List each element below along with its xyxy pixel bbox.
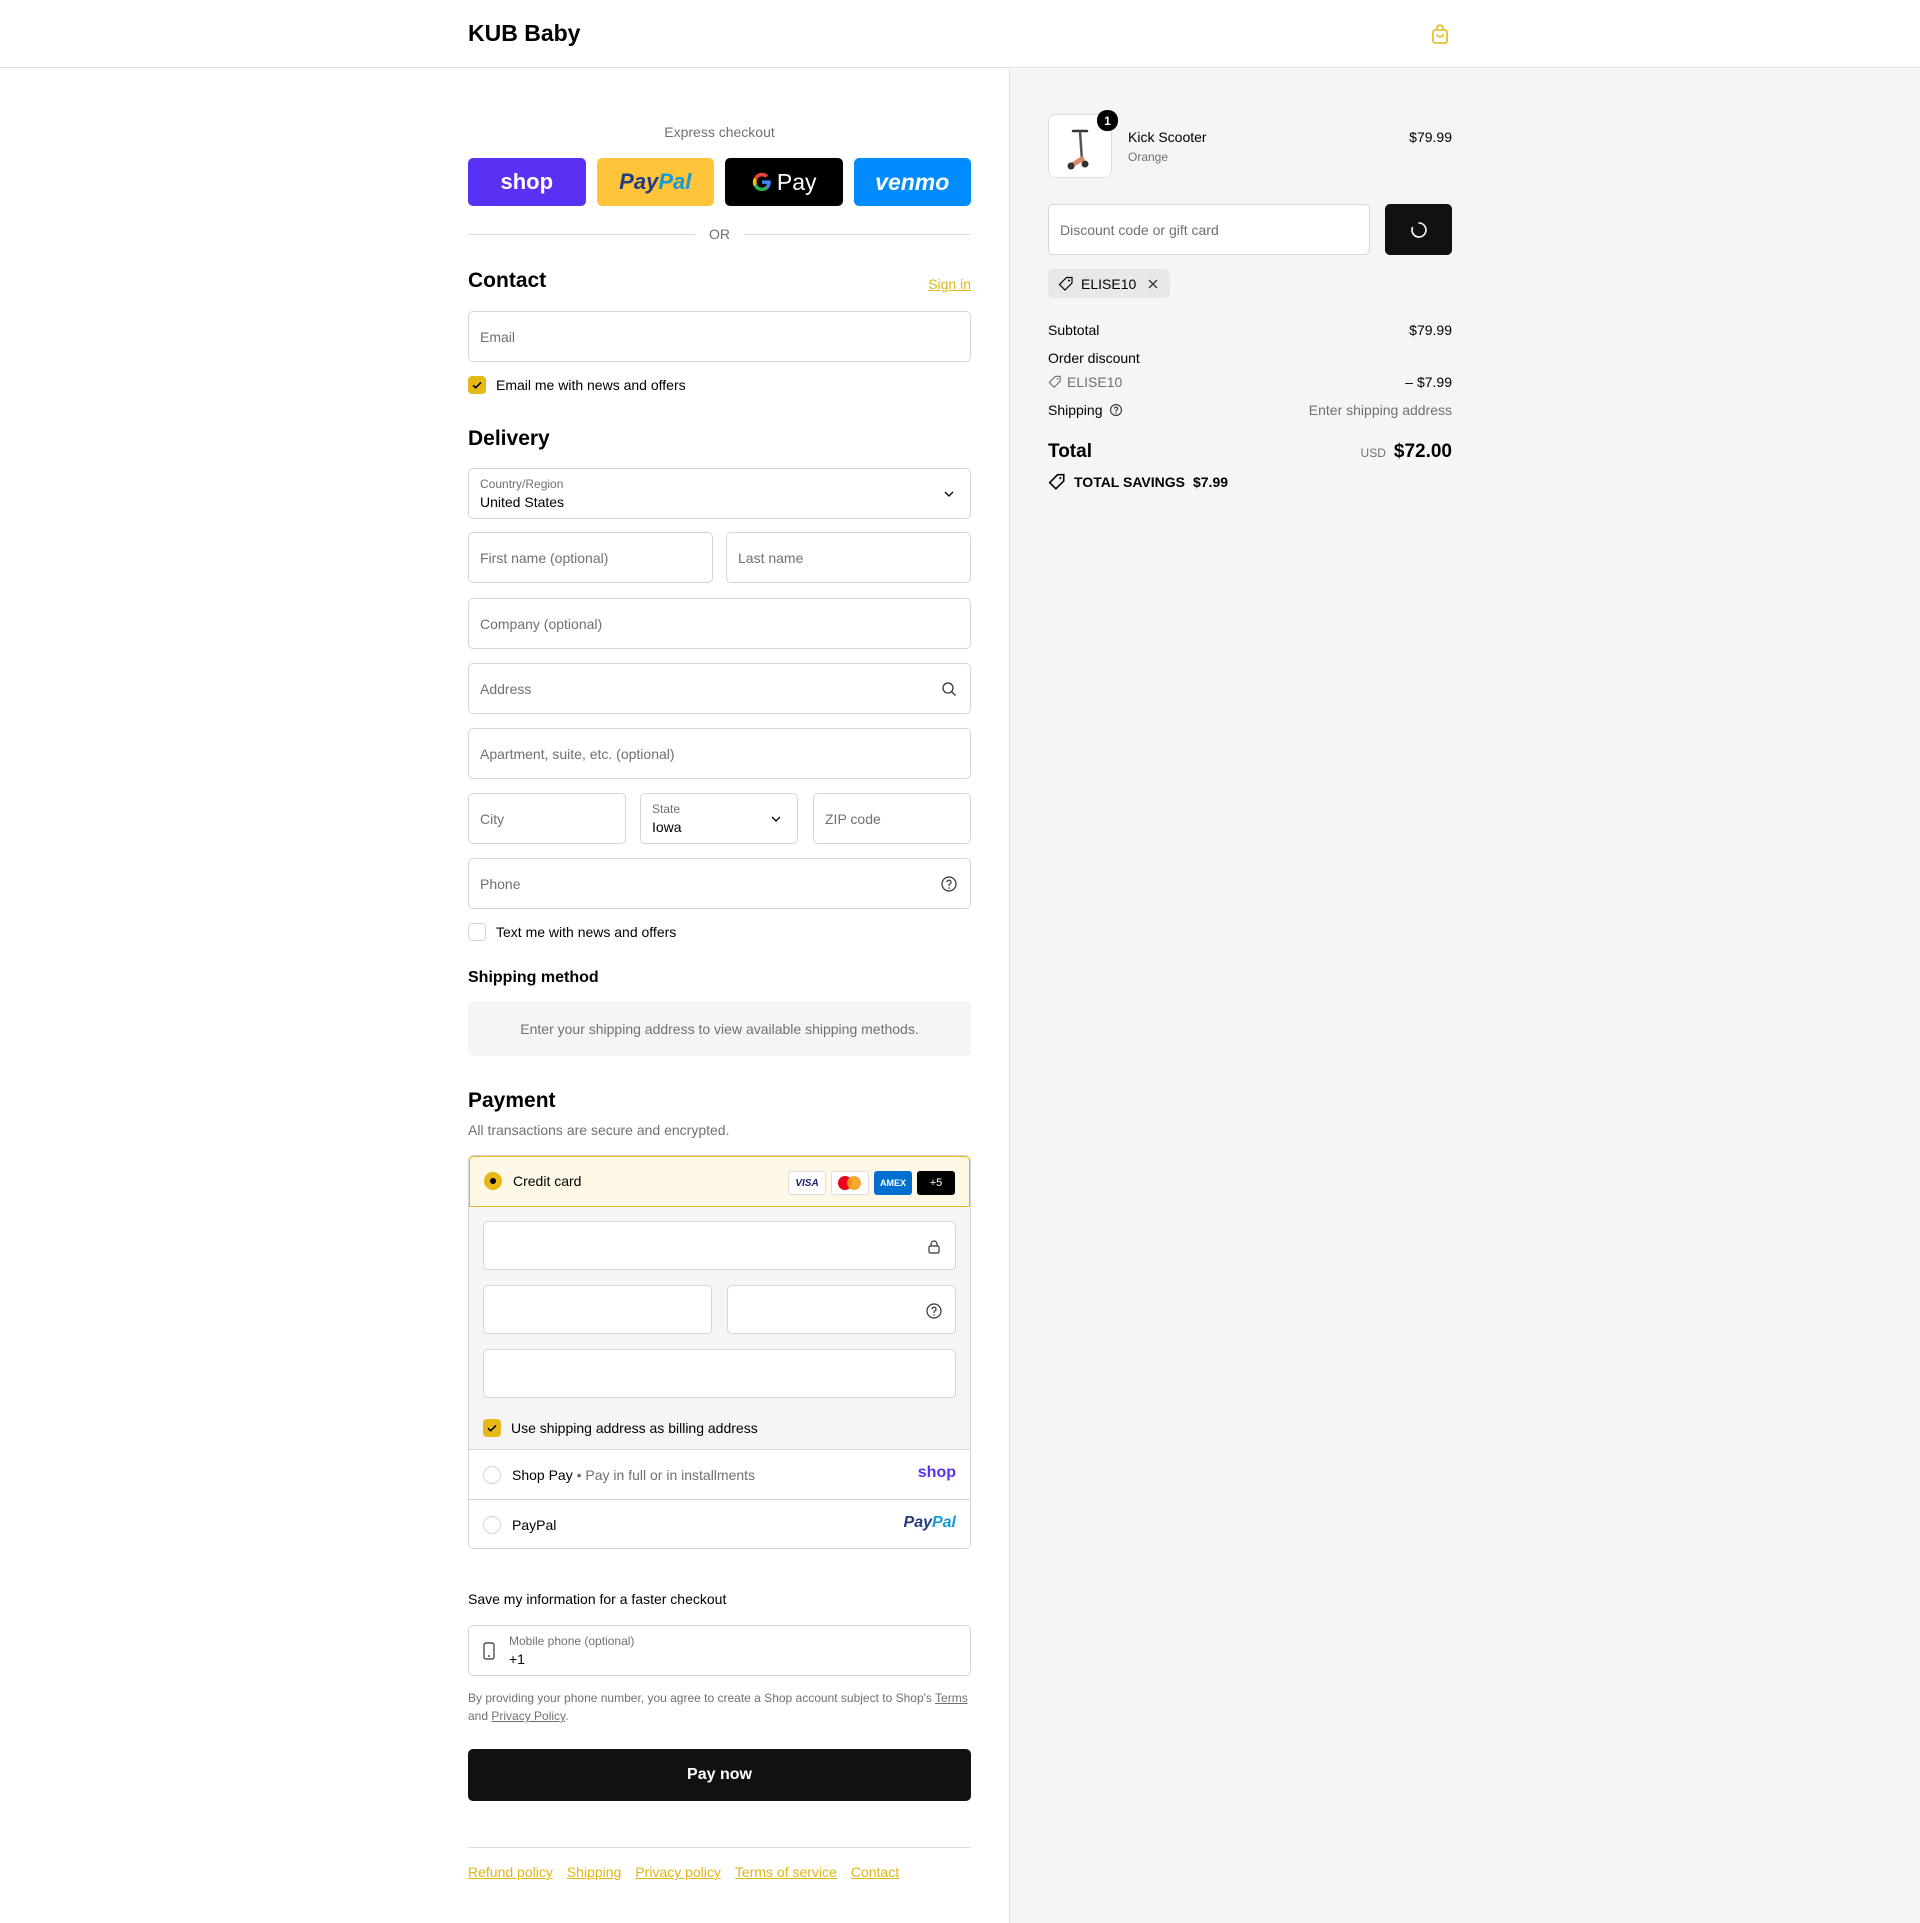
- name-on-card-field[interactable]: [483, 1349, 956, 1398]
- last-name-field[interactable]: Last name: [726, 532, 971, 583]
- shop-pay-express-button[interactable]: shop: [468, 158, 586, 206]
- address-field[interactable]: Address: [468, 663, 971, 714]
- sms-checkbox-row[interactable]: Text me with news and offers: [468, 923, 676, 941]
- paypal-express-button[interactable]: Pay Pal: [596, 158, 714, 206]
- newsletter-checkbox[interactable]: [468, 376, 486, 394]
- sign-in-link[interactable]: Sign in: [928, 276, 971, 292]
- help-circle-icon[interactable]: [1109, 403, 1123, 417]
- refund-policy-link[interactable]: Refund policy: [468, 1864, 553, 1880]
- product-variant: Orange: [1128, 150, 1169, 164]
- paypal-option[interactable]: PayPal PayPal: [469, 1499, 970, 1548]
- mastercard-icon: [831, 1171, 869, 1195]
- express-checkout-label: Express checkout: [664, 124, 775, 140]
- more-cards-badge: +5: [917, 1171, 955, 1195]
- quantity-badge: 1: [1097, 110, 1118, 131]
- close-icon[interactable]: [1146, 277, 1160, 291]
- paypal-radio[interactable]: [483, 1516, 501, 1534]
- payment-methods: Credit card VISA AMEX +5 Use shipping ad…: [468, 1155, 971, 1549]
- search-icon: [942, 682, 956, 696]
- zip-code-field[interactable]: ZIP code: [813, 793, 971, 844]
- chevron-down-icon: [944, 491, 954, 497]
- discount-code-row: ELISE10 – $7.99: [1048, 374, 1452, 390]
- email-field[interactable]: Email: [468, 311, 971, 362]
- footer-links: Refund policy Shipping Privacy policy Te…: [468, 1847, 971, 1880]
- applied-discount-chip: ELISE10: [1048, 269, 1171, 298]
- phone-field[interactable]: Phone: [468, 858, 971, 909]
- venmo-express-button[interactable]: venmo: [853, 158, 971, 206]
- save-info-heading: Save my information for a faster checkou…: [468, 1591, 727, 1607]
- credit-card-radio[interactable]: [484, 1172, 502, 1190]
- shop-pay-radio[interactable]: [483, 1466, 501, 1484]
- billing-address-checkbox[interactable]: [483, 1419, 501, 1437]
- security-code-field[interactable]: [727, 1285, 956, 1334]
- city-field[interactable]: City: [468, 793, 626, 844]
- order-discount-row: Order discount: [1048, 350, 1140, 366]
- amex-icon: AMEX: [874, 1171, 912, 1195]
- product-name: Kick Scooter: [1128, 129, 1207, 145]
- or-divider: OR: [468, 226, 971, 242]
- country-select[interactable]: Country/Region United States: [468, 468, 971, 519]
- shipping-row: Shipping Enter shipping address: [1048, 402, 1452, 418]
- payment-heading: Payment: [468, 1089, 556, 1112]
- card-brands: VISA AMEX +5: [788, 1171, 955, 1195]
- newsletter-checkbox-row[interactable]: Email me with news and offers: [468, 376, 686, 394]
- mobile-phone-field[interactable]: Mobile phone (optional) +1: [468, 1625, 971, 1676]
- shopping-bag-icon[interactable]: [1428, 22, 1452, 46]
- total-amount: USD $72.00: [1360, 441, 1452, 462]
- tag-icon: [1048, 375, 1061, 389]
- state-select[interactable]: State Iowa: [640, 793, 798, 844]
- store-logo[interactable]: KUB Baby: [468, 20, 580, 47]
- company-field[interactable]: Company (optional): [468, 598, 971, 649]
- help-circle-icon[interactable]: [940, 875, 958, 893]
- privacy-policy-link[interactable]: Privacy Policy: [491, 1709, 565, 1723]
- apartment-field[interactable]: Apartment, suite, etc. (optional): [468, 728, 971, 779]
- google-g-icon: [752, 172, 771, 192]
- shop-pay-option[interactable]: Shop Pay • Pay in full or in installment…: [469, 1449, 970, 1499]
- apply-discount-button[interactable]: [1385, 204, 1452, 255]
- contact-heading: Contact: [468, 269, 547, 292]
- billing-address-checkbox-row[interactable]: Use shipping address as billing address: [483, 1419, 758, 1437]
- check-icon: [487, 1424, 497, 1432]
- total-label: Total: [1048, 441, 1092, 462]
- loading-spinner-icon: [1410, 221, 1427, 238]
- credit-card-option[interactable]: Credit card VISA AMEX +5: [469, 1156, 970, 1207]
- card-number-field[interactable]: [483, 1221, 956, 1270]
- express-checkout-buttons: shop Pay Pal Pay venmo: [468, 158, 971, 206]
- shop-terms-note: By providing your phone number, you agre…: [468, 1691, 968, 1723]
- terms-link[interactable]: Terms: [935, 1691, 968, 1705]
- credit-card-form: Use shipping address as billing address: [469, 1208, 970, 1449]
- shop-pay-logo: shop: [917, 1464, 956, 1481]
- sms-checkbox[interactable]: [468, 923, 486, 941]
- paypal-logo: PayPal: [903, 1514, 956, 1531]
- mobile-phone-icon: [483, 1642, 495, 1660]
- pay-now-button[interactable]: Pay now: [468, 1749, 971, 1801]
- terms-of-service-link[interactable]: Terms of service: [735, 1864, 837, 1880]
- tag-icon: [1058, 276, 1073, 291]
- subtotal-row: Subtotal $79.99: [1048, 322, 1452, 338]
- delivery-heading: Delivery: [468, 427, 550, 450]
- tag-icon: [1048, 473, 1065, 490]
- help-circle-icon[interactable]: [925, 1302, 943, 1320]
- product-price: $79.99: [1409, 129, 1452, 145]
- header: KUB Baby: [0, 0, 1920, 68]
- lock-icon: [928, 1240, 940, 1254]
- first-name-field[interactable]: First name (optional): [468, 532, 713, 583]
- visa-icon: VISA: [788, 1171, 826, 1195]
- total-savings: TOTAL SAVINGS $7.99: [1048, 473, 1228, 491]
- expiration-date-field[interactable]: [483, 1285, 712, 1334]
- shipping-method-heading: Shipping method: [468, 969, 599, 986]
- contact-link[interactable]: Contact: [851, 1864, 899, 1880]
- chevron-down-icon: [771, 816, 781, 822]
- payment-subtitle: All transactions are secure and encrypte…: [468, 1122, 730, 1138]
- privacy-policy-footer-link[interactable]: Privacy policy: [635, 1864, 721, 1880]
- discount-code-field[interactable]: Discount code or gift card: [1048, 204, 1370, 255]
- shipping-link[interactable]: Shipping: [567, 1864, 622, 1880]
- google-pay-express-button[interactable]: Pay: [725, 158, 843, 206]
- check-icon: [472, 381, 482, 389]
- shipping-method-notice: Enter your shipping address to view avai…: [468, 1001, 971, 1056]
- order-summary-panel: [1009, 69, 1920, 1923]
